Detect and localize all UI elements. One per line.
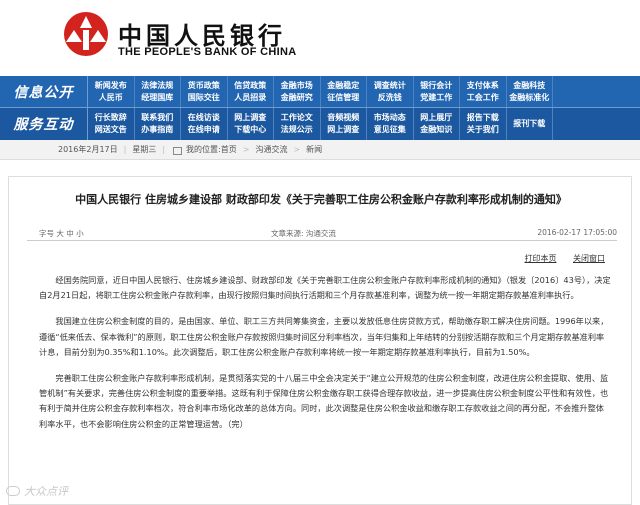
article-source: 文章来源: 沟通交流 (271, 229, 336, 238)
nav-link[interactable]: 金融市场 (281, 80, 313, 92)
nav-column: 调查统计 反洗钱 (367, 76, 414, 107)
nav-column: 金融科技 金融标准化 (507, 76, 553, 107)
nav-link[interactable]: 工作论文 (281, 112, 313, 124)
article-paragraph: 完善职工住房公积金账户存款利率形成机制，是贯彻落实党的十八届三中全会决定关于“建… (39, 373, 609, 429)
nav-link[interactable]: 支付体系 (467, 80, 499, 92)
nav-link[interactable]: 金融科技 (513, 80, 545, 92)
nav-link[interactable]: 意见征集 (374, 124, 406, 136)
nav-column: 行长致辞 网送文告 (88, 108, 135, 140)
nav-column: 货币政策 国际交往 (181, 76, 228, 107)
nav-link[interactable]: 网送文告 (95, 124, 127, 136)
nav-column: 工作论文 法规公示 (274, 108, 321, 140)
article-tools: 打印本页 关闭窗口 (510, 253, 605, 264)
nav-link[interactable]: 信贷政策 (234, 80, 266, 92)
nav-row-info: 信息公开 新闻发布 人民币 法律法规 经理国库 货币政策 国际交往 信贷政策 人员招录 金融市场… (0, 76, 640, 108)
article-panel: 中国人民银行 住房城乡建设部 财政部印发《关于完善职工住房公积金账户存款利率形成… (8, 176, 632, 505)
nav-link[interactable]: 法律法规 (141, 80, 173, 92)
nav-link[interactable]: 下载中心 (234, 124, 266, 136)
current-weekday: 星期三 (132, 145, 157, 154)
article-body: 经国务院同意，近日中国人民银行、住房城乡建设部、财政部印发《关于完善职工住房公积… (39, 273, 611, 443)
nav-column: 法律法规 经理国库 (135, 76, 181, 107)
nav-column: 金融市场 金融研究 (274, 76, 321, 107)
nav-column: 银行会计 党建工作 (414, 76, 460, 107)
close-window-link[interactable]: 关闭窗口 (573, 254, 605, 263)
nav-column: 报告下载 关于我们 (460, 108, 507, 140)
nav-link[interactable]: 征信管理 (327, 92, 359, 104)
nav-row-label: 信息公开 (0, 76, 88, 107)
watermark: 大众点评 (6, 483, 68, 499)
nav-link[interactable]: 市场动态 (374, 112, 406, 124)
nav-column: 新闻发布 人民币 (88, 76, 135, 107)
article-paragraph: 经国务院同意，近日中国人民银行、住房城乡建设部、财政部印发《关于完善职工住房公积… (39, 275, 611, 301)
nav-link[interactable]: 行长致辞 (95, 112, 127, 124)
nav-column: 市场动态 意见征集 (367, 108, 414, 140)
home-icon (173, 146, 183, 155)
article-meta: 字号 大 中 小 文章来源: 沟通交流 2016-02-17 17:05:00 (27, 225, 617, 241)
nav-column: 音频视频 网上调查 (321, 108, 367, 140)
breadcrumb-comm[interactable]: 沟通交流 (255, 144, 287, 155)
nav-row-label: 服务互动 (0, 108, 88, 140)
nav-column: 报刊下载 (507, 108, 553, 140)
nav-row-service: 服务互动 行长致辞 网送文告 联系我们 办事指南 在线访谈 在线申请 网上调查 下载中心 工作论… (0, 108, 640, 140)
nav-link[interactable]: 党建工作 (420, 92, 452, 104)
pboc-logo-icon (64, 12, 108, 56)
current-date: 2016年2月17日 (58, 145, 118, 154)
nav-link[interactable]: 音频视频 (327, 112, 359, 124)
site-header: 中国人民银行 THE PEOPLE'S BANK OF CHINA (0, 0, 640, 76)
nav-column: 信贷政策 人员招录 (228, 76, 274, 107)
nav-link[interactable]: 联系我们 (141, 112, 173, 124)
site-title-en: THE PEOPLE'S BANK OF CHINA (118, 46, 297, 58)
nav-link[interactable]: 调查统计 (374, 80, 406, 92)
nav-link[interactable]: 法规公示 (281, 124, 313, 136)
nav-link[interactable]: 网上展厅 (420, 112, 452, 124)
nav-column: 在线访谈 在线申请 (181, 108, 228, 140)
font-size-switch[interactable]: 字号 大 中 小 (39, 228, 84, 239)
nav-link[interactable]: 国际交往 (188, 92, 220, 104)
nav-link[interactable]: 关于我们 (467, 124, 499, 136)
breadcrumb-home[interactable]: 我的位置:首页 (186, 144, 237, 155)
nav-link[interactable]: 新闻发布 (95, 80, 127, 92)
nav-link[interactable]: 金融知识 (420, 124, 452, 136)
nav-link[interactable]: 银行会计 (420, 80, 452, 92)
nav-link[interactable]: 金融稳定 (327, 80, 359, 92)
nav-link[interactable]: 报告下载 (467, 112, 499, 124)
nav-column: 支付体系 工会工作 (460, 76, 507, 107)
nav-link[interactable]: 金融研究 (281, 92, 313, 104)
nav-link[interactable]: 网上调查 (327, 124, 359, 136)
nav-link[interactable]: 经理国库 (141, 92, 173, 104)
nav-column: 金融稳定 征信管理 (321, 76, 367, 107)
nav-link[interactable]: 金融标准化 (509, 92, 549, 104)
main-nav: 信息公开 新闻发布 人民币 法律法规 经理国库 货币政策 国际交往 信贷政策 人员招录 金融市场… (0, 76, 640, 140)
nav-column: 网上展厅 金融知识 (414, 108, 460, 140)
nav-link[interactable]: 网上调查 (234, 112, 266, 124)
article-paragraph: 我国建立住房公积金制度的目的，是由国家、单位、职工三方共同筹集资金，主要以发放低… (39, 316, 609, 357)
nav-link[interactable]: 在线访谈 (188, 112, 220, 124)
article-datetime: 2016-02-17 17:05:00 (537, 228, 617, 237)
nav-column: 联系我们 办事指南 (135, 108, 181, 140)
nav-link[interactable]: 反洗钱 (378, 92, 402, 104)
breadcrumb-news[interactable]: 新闻 (306, 144, 322, 155)
article-title: 中国人民银行 住房城乡建设部 财政部印发《关于完善职工住房公积金账户存款利率形成… (75, 193, 567, 206)
nav-link[interactable]: 工会工作 (467, 92, 499, 104)
nav-column: 网上调查 下载中心 (228, 108, 274, 140)
watermark-text: 大众点评 (24, 485, 68, 498)
watermark-logo-icon (6, 486, 20, 496)
print-link[interactable]: 打印本页 (524, 254, 556, 263)
nav-link[interactable]: 在线申请 (188, 124, 220, 136)
nav-link[interactable]: 人员招录 (234, 92, 266, 104)
nav-link[interactable]: 货币政策 (188, 80, 220, 92)
nav-link[interactable]: 人民币 (99, 92, 123, 104)
location-bar: 2016年2月17日 | 星期三 | 我的位置:首页 > 沟通交流 > 新闻 (0, 140, 640, 160)
nav-link[interactable]: 办事指南 (141, 124, 173, 136)
nav-link[interactable]: 报刊下载 (513, 118, 545, 130)
